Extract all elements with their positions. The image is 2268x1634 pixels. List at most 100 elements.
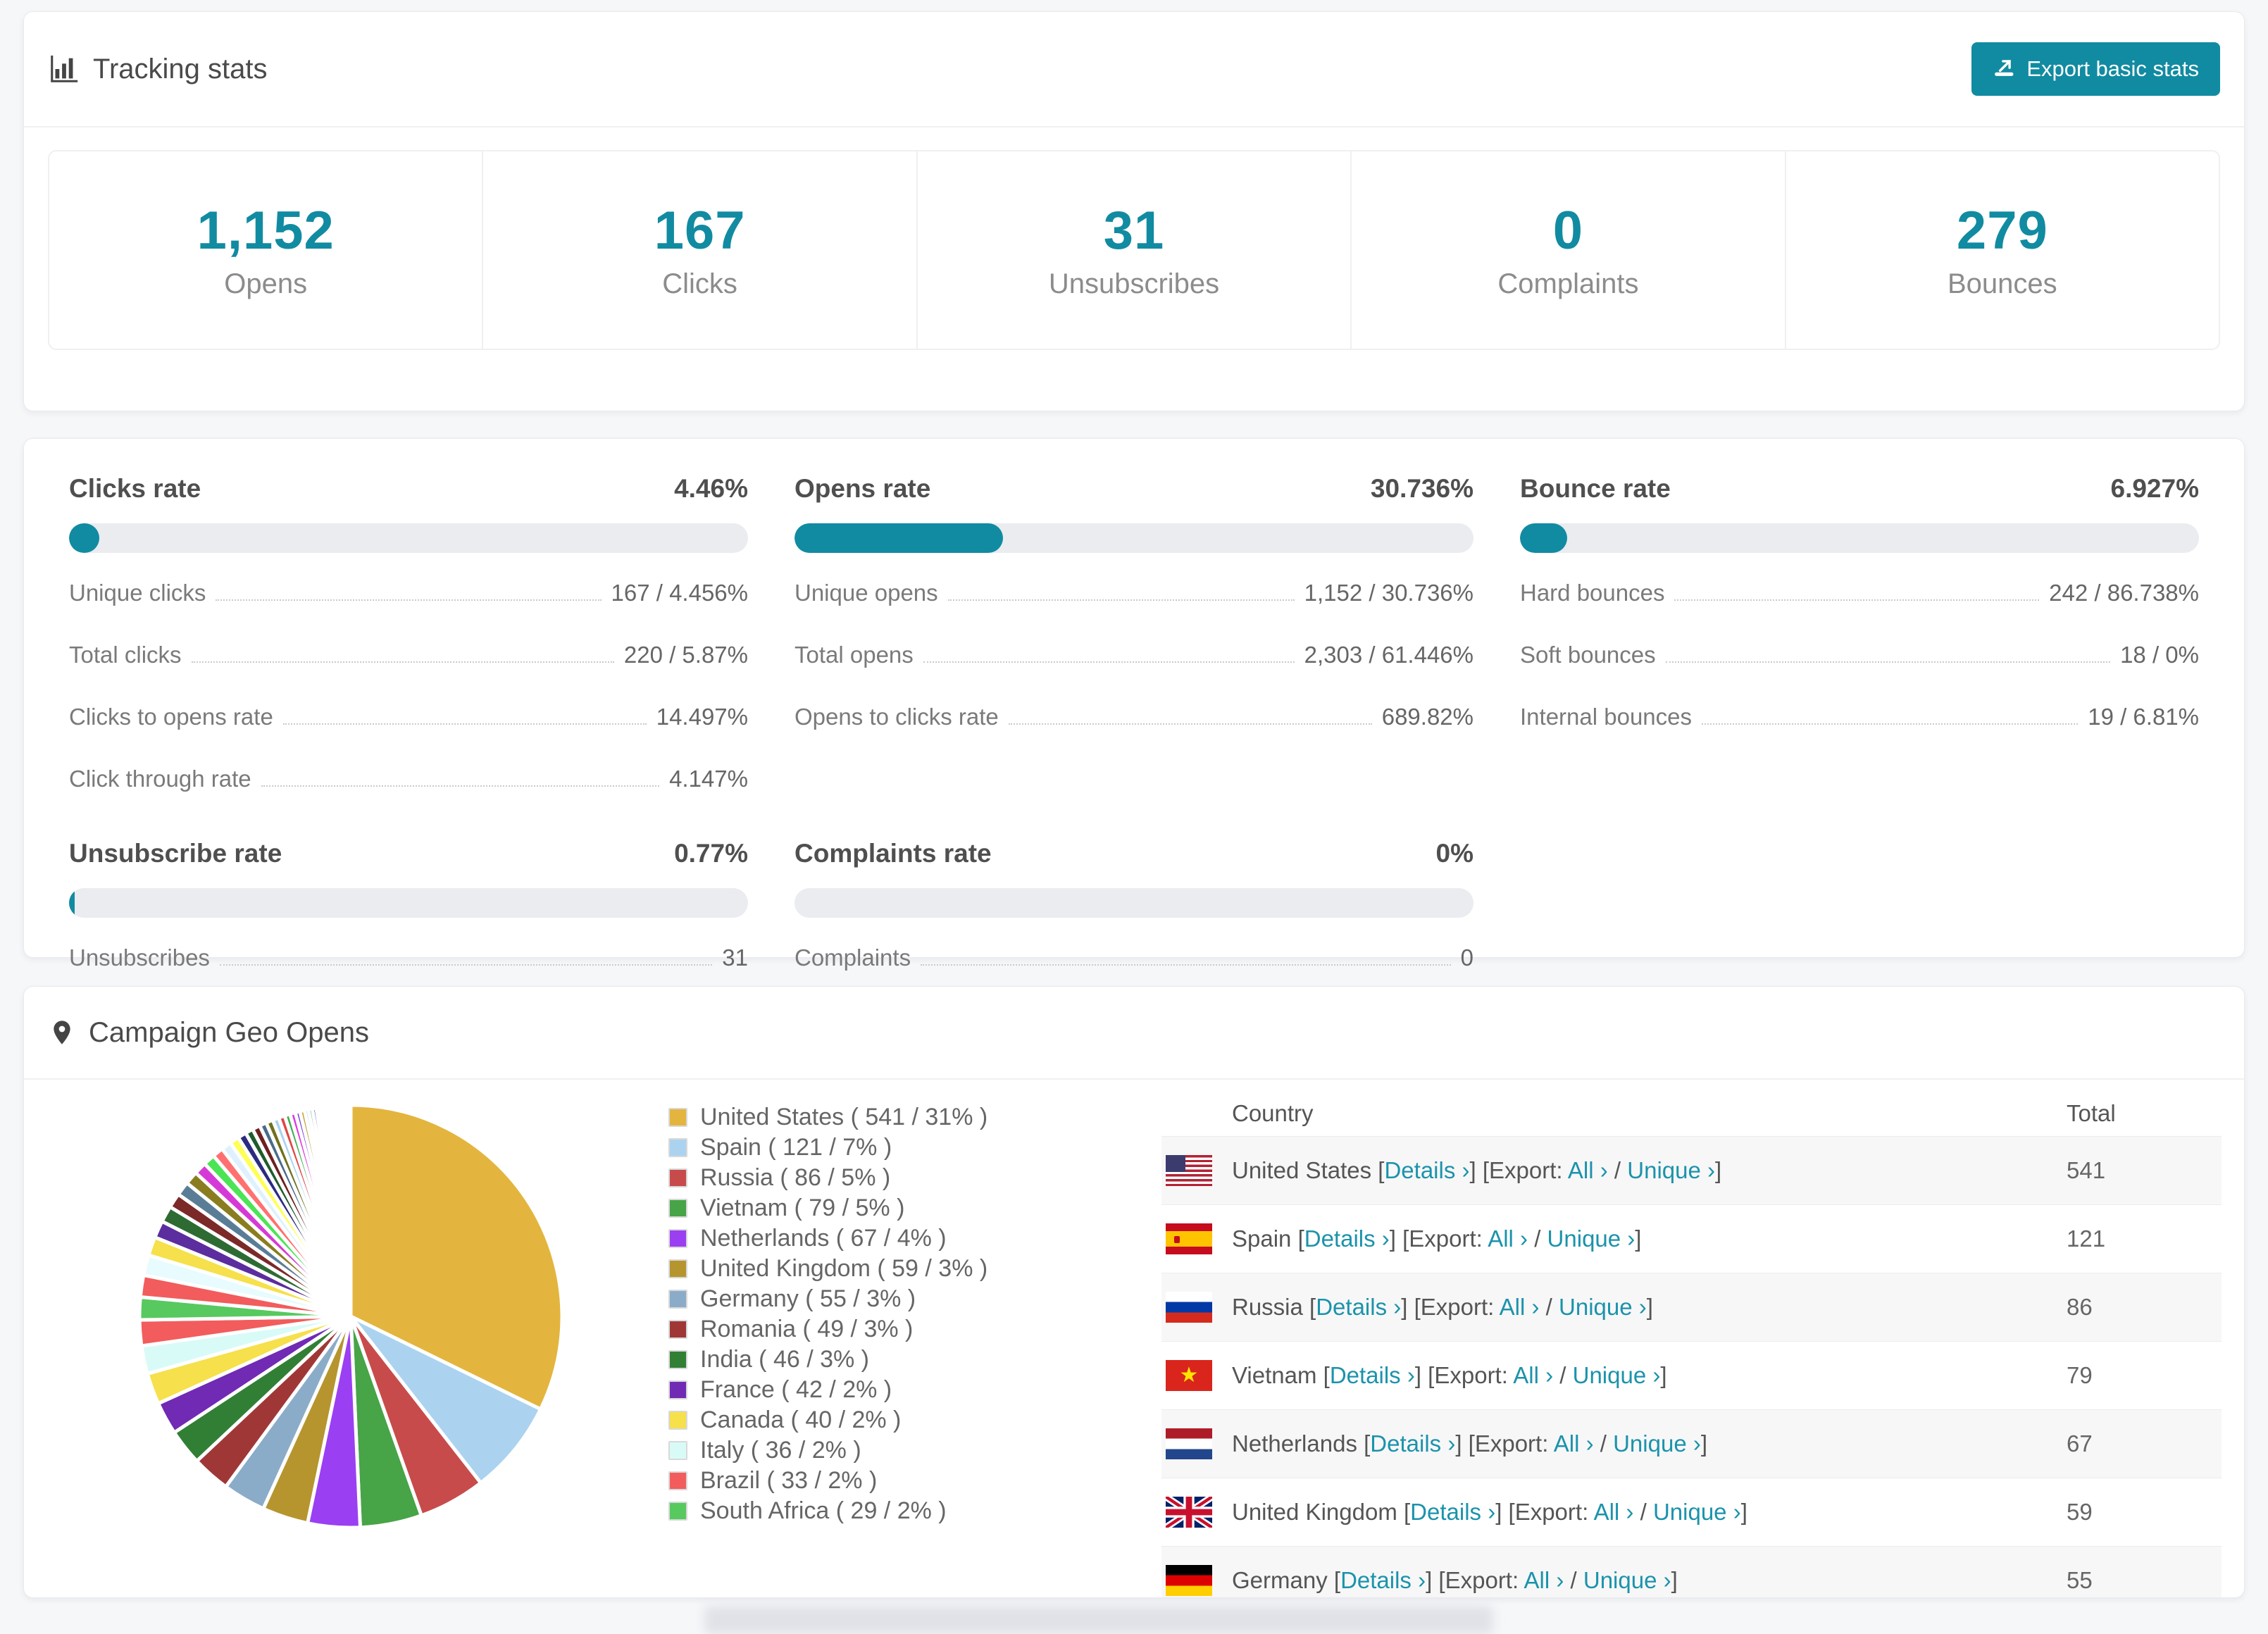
legend-swatch [668, 1138, 687, 1157]
export-all-link[interactable]: All › [1594, 1499, 1634, 1525]
dotted-leader [261, 785, 660, 787]
dotted-leader [219, 964, 713, 966]
legend-label: United Kingdom ( 59 / 3% ) [700, 1255, 988, 1282]
stat-cell-complaints: 0 Complaints [1352, 151, 1786, 349]
legend-item-united-states: United States ( 541 / 31% ) [668, 1102, 1161, 1133]
dotted-leader [282, 723, 647, 725]
rate-row-label: Unique opens [795, 580, 938, 606]
rate-block-bounce-rate: Bounce rate 6.927% Hard bounces 242 / 86.73… [1520, 474, 2199, 792]
vietnam-flag-icon: ★ [1166, 1360, 1212, 1391]
rate-row-value: 19 / 6.81% [2088, 704, 2199, 730]
details-link[interactable]: Details › [1370, 1430, 1455, 1457]
details-link[interactable]: Details › [1340, 1567, 1426, 1593]
details-link[interactable]: Details › [1384, 1157, 1469, 1183]
rate-row-value: 689.82% [1381, 704, 1473, 730]
legend-label: Russia ( 86 / 5% ) [700, 1164, 891, 1191]
geo-pie-chart[interactable] [24, 1080, 587, 1542]
legend-item-canada: Canada ( 40 / 2% ) [668, 1405, 1161, 1435]
export-all-link[interactable]: All › [1568, 1157, 1608, 1183]
tracking-stats-panel: Tracking stats Export basic stats 1,152 O… [23, 11, 2245, 411]
legend-label: Spain ( 121 / 7% ) [700, 1134, 892, 1161]
rate-detail-row: Internal bounces 19 / 6.81% [1520, 704, 2199, 730]
rate-row-value: 242 / 86.738% [2049, 580, 2199, 606]
legend-swatch [668, 1350, 687, 1369]
export-unique-link[interactable]: Unique › [1559, 1294, 1647, 1320]
rates-grid: Clicks rate 4.46% Unique clicks 167 / 4.456… [69, 474, 2199, 971]
uk-flag-icon [1166, 1497, 1212, 1528]
rate-detail-row: Clicks to opens rate 14.497% [69, 704, 748, 730]
details-link[interactable]: Details › [1410, 1499, 1495, 1525]
geo-row-country-text: Vietnam [Details ›] [Export: All › / Uni… [1232, 1362, 1667, 1388]
dotted-leader [921, 964, 1451, 966]
geo-table-row-russia: Russia [Details ›] [Export: All › / Uniq… [1161, 1273, 2222, 1341]
details-link[interactable]: Details › [1330, 1362, 1415, 1388]
geo-table-row-vietnam: ★ Vietnam [Details ›] [Export: All › / Un… [1161, 1341, 2222, 1409]
rate-title: Complaints rate [795, 839, 992, 868]
legend-item-india: India ( 46 / 3% ) [668, 1345, 1161, 1375]
dotted-leader [1665, 661, 2111, 663]
details-link[interactable]: Details › [1316, 1294, 1401, 1320]
stat-label: Opens [224, 268, 308, 299]
rate-progress-bar [69, 888, 748, 918]
legend-label: Vietnam ( 79 / 5% ) [700, 1195, 905, 1221]
legend-item-italy: Italy ( 36 / 2% ) [668, 1435, 1161, 1466]
legend-label: Romania ( 49 / 3% ) [700, 1316, 914, 1342]
russia-flag-icon [1166, 1292, 1212, 1323]
details-link[interactable]: Details › [1304, 1226, 1390, 1252]
legend-swatch [668, 1199, 687, 1218]
rate-value: 6.927% [2110, 474, 2200, 503]
tracking-stats-title-text: Tracking stats [93, 53, 268, 85]
dotted-leader [1674, 599, 2040, 601]
rate-detail-row: Click through rate 4.147% [69, 766, 748, 792]
page-bottom-artifact [704, 1606, 1493, 1634]
geo-row-total: 59 [2067, 1499, 2093, 1525]
legend-label: Canada ( 40 / 2% ) [700, 1407, 902, 1433]
rate-row-label: Click through rate [69, 766, 251, 792]
export-unique-link[interactable]: Unique › [1583, 1567, 1671, 1593]
geo-row-country-text: Germany [Details ›] [Export: All › / Uni… [1232, 1567, 1678, 1593]
rate-row-label: Unique clicks [69, 580, 206, 606]
geo-row-total: 121 [2067, 1226, 2106, 1252]
legend-label: Brazil ( 33 / 2% ) [700, 1467, 878, 1494]
rate-block-opens-rate: Opens rate 30.736% Unique opens 1,152 / 30.… [795, 474, 1473, 792]
export-all-link[interactable]: All › [1500, 1294, 1540, 1320]
legend-swatch [668, 1259, 687, 1278]
export-all-link[interactable]: All › [1513, 1362, 1553, 1388]
tracking-stats-header: Tracking stats Export basic stats [24, 12, 2244, 127]
rate-title: Unsubscribe rate [69, 839, 282, 868]
export-unique-link[interactable]: Unique › [1627, 1157, 1715, 1183]
geo-table: Country Total United States [Details ›] … [1161, 1080, 2222, 1597]
export-unique-link[interactable]: Unique › [1573, 1362, 1661, 1388]
rate-row-label: Soft bounces [1520, 642, 1656, 668]
legend-item-brazil: Brazil ( 33 / 2% ) [668, 1466, 1161, 1496]
geo-row-total: 79 [2067, 1362, 2093, 1388]
dotted-leader [1008, 723, 1372, 725]
export-basic-stats-button[interactable]: Export basic stats [1971, 42, 2220, 96]
rate-detail-row: Opens to clicks rate 689.82% [795, 704, 1473, 730]
export-button-label: Export basic stats [2026, 56, 2199, 81]
export-unique-link[interactable]: Unique › [1613, 1430, 1701, 1457]
us-flag-icon [1166, 1155, 1212, 1186]
legend-swatch [668, 1168, 687, 1187]
export-all-link[interactable]: All › [1488, 1226, 1528, 1252]
rate-value: 0.77% [674, 839, 748, 868]
stat-value: 279 [1956, 201, 2048, 261]
rate-block-complaints-rate: Complaints rate 0% Complaints 0 [795, 839, 1473, 971]
stat-value: 0 [1552, 201, 1584, 261]
export-all-link[interactable]: All › [1524, 1567, 1564, 1593]
legend-label: Netherlands ( 67 / 4% ) [700, 1225, 947, 1252]
rate-detail-row: Unique opens 1,152 / 30.736% [795, 580, 1473, 606]
geo-row-total: 86 [2067, 1294, 2093, 1320]
geo-table-header-total: Total [2067, 1100, 2116, 1126]
export-unique-link[interactable]: Unique › [1653, 1499, 1741, 1525]
rate-progress-bar [795, 523, 1473, 553]
pie-slice[interactable] [348, 1103, 353, 1317]
legend-label: India ( 46 / 3% ) [700, 1346, 870, 1373]
rate-progress-fill [69, 523, 99, 553]
legend-item-spain: Spain ( 121 / 7% ) [668, 1133, 1161, 1163]
legend-swatch [668, 1411, 687, 1430]
dotted-leader [191, 661, 614, 663]
geo-panel-header: Campaign Geo Opens [24, 987, 2244, 1080]
export-all-link[interactable]: All › [1554, 1430, 1594, 1457]
export-unique-link[interactable]: Unique › [1547, 1226, 1635, 1252]
